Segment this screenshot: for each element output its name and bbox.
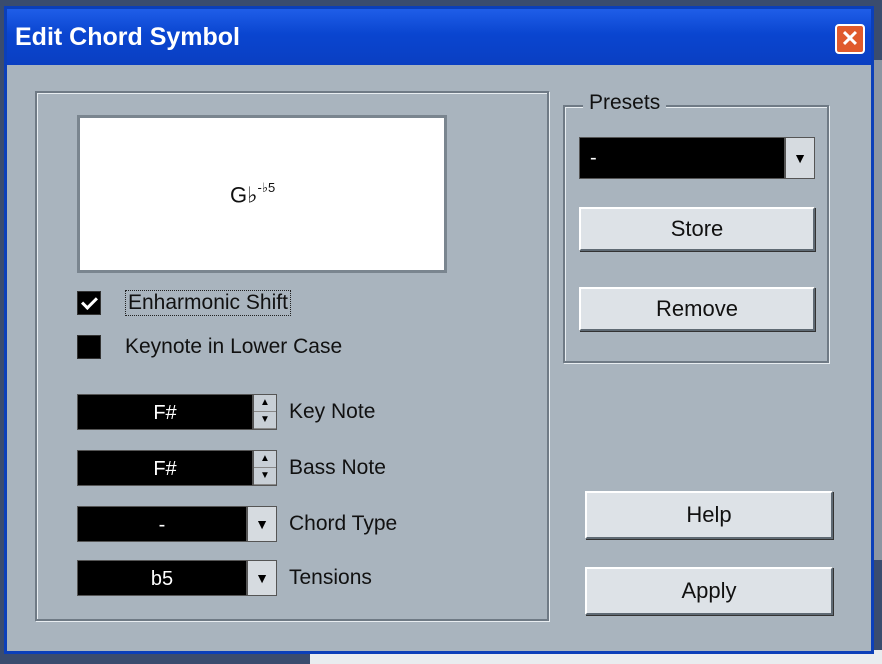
chord-suffix: -♭5 (257, 180, 276, 195)
key-note-spinner[interactable]: ▲ ▼ (253, 394, 277, 430)
bass-note-label: Bass Note (289, 456, 386, 479)
chord-root: G♭ (230, 182, 258, 208)
enharmonic-shift-label: Enharmonic Shift (125, 290, 291, 316)
edit-chord-symbol-dialog: Edit Chord Symbol ✕ G♭-♭5 Enharmonic Shi… (4, 6, 874, 654)
tensions-select[interactable]: b5 (77, 560, 247, 596)
preset-select[interactable]: - ▼ (579, 137, 815, 179)
keynote-lower-case-checkbox[interactable] (77, 335, 101, 359)
keynote-lower-case-row[interactable]: Keynote in Lower Case (77, 333, 342, 361)
key-note-label: Key Note (289, 400, 376, 423)
bass-note-row: F# ▲ ▼ Bass Note (77, 449, 386, 487)
chevron-down-icon[interactable]: ▼ (785, 137, 815, 179)
store-button[interactable]: Store (579, 207, 815, 251)
apply-button[interactable]: Apply (585, 567, 833, 615)
close-icon: ✕ (840, 26, 860, 51)
spin-down-icon[interactable]: ▼ (254, 412, 276, 429)
chord-type-select[interactable]: - (77, 506, 247, 542)
bass-note-spinner[interactable]: ▲ ▼ (253, 450, 277, 486)
close-button[interactable]: ✕ (835, 24, 865, 54)
chord-preview-text: G♭-♭5 (230, 180, 276, 208)
bass-note-field[interactable]: F# (77, 450, 253, 486)
enharmonic-shift-checkbox[interactable] (77, 291, 101, 315)
chord-preview: G♭-♭5 (77, 115, 447, 273)
presets-legend: Presets (583, 91, 667, 115)
spin-up-icon[interactable]: ▲ (254, 395, 276, 412)
remove-button[interactable]: Remove (579, 287, 815, 331)
preset-select-value[interactable]: - (579, 137, 785, 179)
enharmonic-shift-row[interactable]: Enharmonic Shift (77, 289, 291, 317)
tensions-row: b5 ▼ Tensions (77, 559, 372, 597)
chord-type-label: Chord Type (289, 512, 398, 535)
key-note-row: F# ▲ ▼ Key Note (77, 393, 375, 431)
keynote-lower-case-label: Keynote in Lower Case (125, 335, 343, 358)
chord-type-row: - ▼ Chord Type (77, 505, 397, 543)
key-note-field[interactable]: F# (77, 394, 253, 430)
presets-group: Presets - ▼ Store Remove (563, 91, 829, 363)
chevron-down-icon[interactable]: ▼ (247, 506, 277, 542)
help-button[interactable]: Help (585, 491, 833, 539)
chord-editor-panel: G♭-♭5 Enharmonic Shift Keynote in Lower … (35, 91, 549, 621)
title-bar[interactable]: Edit Chord Symbol ✕ (7, 9, 871, 65)
spin-up-icon[interactable]: ▲ (254, 451, 276, 468)
dialog-title: Edit Chord Symbol (15, 23, 240, 51)
spin-down-icon[interactable]: ▼ (254, 468, 276, 485)
tensions-label: Tensions (289, 566, 372, 589)
chevron-down-icon[interactable]: ▼ (247, 560, 277, 596)
